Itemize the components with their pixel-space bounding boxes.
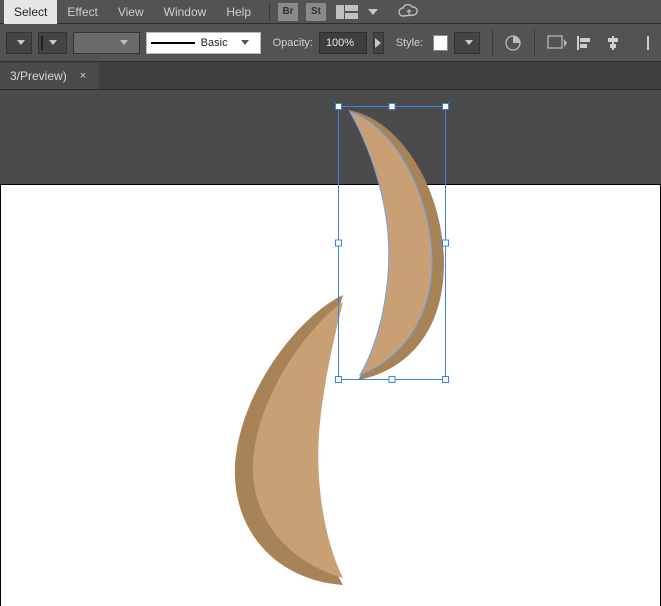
align-left-icon[interactable] bbox=[573, 32, 597, 54]
menubar: Select Effect View Window Help Br St bbox=[0, 0, 661, 24]
document-tab[interactable]: 3/Preview) × bbox=[0, 63, 99, 89]
menu-view[interactable]: View bbox=[108, 0, 154, 24]
options-bar: Basic Opacity: 100% Style: bbox=[0, 24, 661, 62]
chevron-down-icon[interactable] bbox=[368, 9, 378, 15]
menu-window[interactable]: Window bbox=[154, 0, 217, 24]
stock-icon[interactable]: St bbox=[306, 3, 326, 21]
graphic-style-dropdown[interactable] bbox=[454, 32, 480, 54]
artboard bbox=[0, 184, 661, 606]
chevron-down-icon bbox=[240, 40, 250, 46]
chevron-down-icon bbox=[17, 40, 25, 46]
close-tab-icon[interactable]: × bbox=[77, 71, 89, 82]
options-separator bbox=[492, 30, 493, 56]
menu-select[interactable]: Select bbox=[4, 0, 57, 24]
stroke-preview-icon bbox=[151, 42, 195, 44]
menu-help[interactable]: Help bbox=[216, 0, 261, 24]
bridge-icon[interactable]: Br bbox=[278, 3, 298, 21]
brush-definition-dropdown[interactable]: Basic bbox=[146, 32, 261, 54]
variable-width-profile-dropdown[interactable] bbox=[73, 32, 139, 54]
align-buttons-group bbox=[573, 32, 655, 54]
menubar-separator bbox=[269, 3, 270, 21]
stroke-weight-dropdown[interactable] bbox=[6, 32, 32, 54]
style-label: Style: bbox=[390, 37, 424, 49]
resize-handle-tl[interactable] bbox=[335, 103, 342, 110]
chevron-down-icon bbox=[119, 40, 129, 46]
document-tab-title: 3/Preview) bbox=[10, 69, 67, 83]
opacity-label: Opacity: bbox=[267, 37, 313, 49]
menu-effect[interactable]: Effect bbox=[57, 0, 107, 24]
document-tabbar: 3/Preview) × bbox=[0, 62, 661, 90]
chevron-down-icon bbox=[465, 40, 473, 46]
align-right-icon[interactable] bbox=[629, 32, 653, 54]
sync-settings-icon[interactable] bbox=[396, 3, 420, 21]
recolor-artwork-icon[interactable] bbox=[504, 32, 522, 54]
chevron-down-icon bbox=[49, 40, 57, 46]
resize-handle-tr[interactable] bbox=[442, 103, 449, 110]
opacity-flyout-button[interactable] bbox=[373, 32, 384, 54]
stroke-color-dropdown[interactable] bbox=[38, 32, 67, 54]
stroke-color-swatch bbox=[41, 36, 43, 50]
canvas-area[interactable] bbox=[0, 90, 661, 606]
resize-handle-tm[interactable] bbox=[389, 103, 396, 110]
workspace-switcher-icon[interactable] bbox=[334, 3, 360, 21]
graphic-style-swatch[interactable] bbox=[433, 35, 448, 51]
align-to-dropdown-icon[interactable] bbox=[547, 32, 567, 54]
opacity-value-input[interactable]: 100% bbox=[319, 32, 367, 54]
align-center-icon[interactable] bbox=[601, 32, 625, 54]
stroke-profile-label: Basic bbox=[201, 37, 228, 49]
artboard-edge bbox=[0, 184, 661, 185]
options-separator bbox=[534, 30, 535, 56]
